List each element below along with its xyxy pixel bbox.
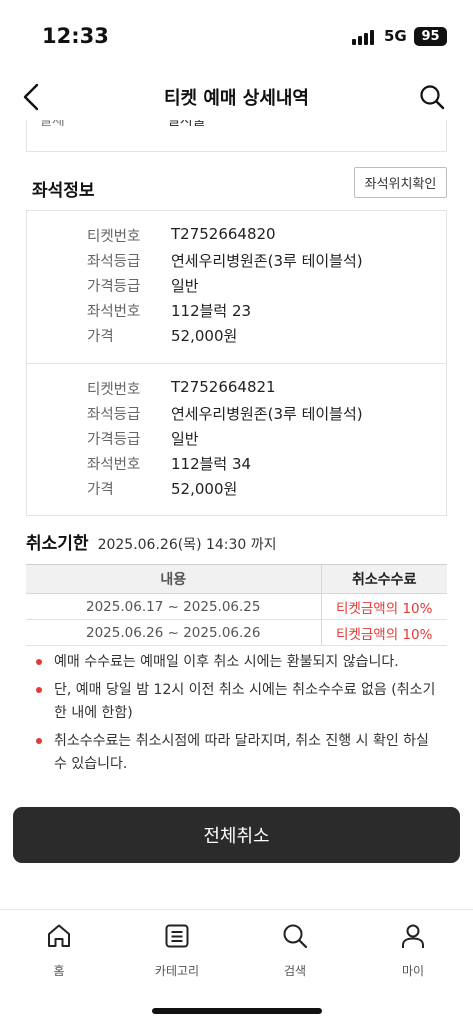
ticket-no-label: 티켓번호	[87, 229, 141, 245]
price-value: 52,000원	[171, 327, 238, 345]
ticket-row: 좌석번호 112블럭 23	[27, 300, 446, 325]
nav-item-search[interactable]: 검색	[255, 922, 335, 979]
search-button[interactable]	[415, 80, 449, 114]
nav-label-home: 홈	[53, 964, 65, 978]
table-header-content: 내용	[26, 564, 321, 594]
ticket-row: 좌석등급 연세우리병원존(3루 테이블석)	[27, 403, 446, 428]
list-item: 예매 수수료는 예매일 이후 취소 시에는 환불되지 않습니다.	[36, 651, 436, 674]
nav-label-category: 카테고리	[154, 964, 200, 978]
table-row: 2025.06.17 ~ 2025.06.25 티켓금액의 10%	[26, 593, 447, 620]
seat-no-value: 112블럭 34	[171, 455, 252, 473]
list-item: 단, 예매 당일 밤 12시 이전 취소 시에는 취소수수료 없음 (취소기한 …	[36, 679, 436, 725]
bullet-icon	[36, 687, 42, 693]
list-icon	[165, 924, 189, 948]
price-grade-label: 가격등급	[87, 279, 141, 295]
search-icon	[283, 924, 308, 949]
period-cell: 2025.06.17 ~ 2025.06.25	[26, 593, 321, 620]
payment-label: 결제	[39, 120, 65, 129]
payment-info-box: 결제 일시불	[26, 120, 447, 152]
network-label: 5G	[384, 27, 407, 45]
table-row: 2025.06.26 ~ 2025.06.26 티켓금액의 10%	[26, 619, 447, 646]
header: 티켓 예매 상세내역	[0, 74, 473, 120]
ticket-no-label: 티켓번호	[87, 382, 141, 398]
seat-location-button[interactable]: 좌석위치확인	[354, 167, 447, 198]
note-text: 취소수수료는 취소시점에 따라 달라지며, 취소 진행 시 확인 하실 수 있습…	[54, 733, 429, 772]
price-grade-value: 일반	[171, 277, 199, 295]
bullet-icon	[36, 659, 42, 665]
nav-item-my[interactable]: 마이	[373, 922, 453, 979]
seat-no-label: 좌석번호	[87, 457, 141, 473]
nav-item-category[interactable]: 카테고리	[137, 922, 217, 979]
table-header-row: 내용 취소수수료	[26, 564, 447, 594]
price-grade-value: 일반	[171, 430, 199, 448]
ticket-row: 티켓번호 T2752664820	[27, 225, 446, 250]
price-label: 가격	[87, 482, 114, 498]
period-cell: 2025.06.26 ~ 2025.06.26	[26, 619, 321, 646]
nav-label-search: 검색	[283, 964, 307, 978]
seat-info-title: 좌석정보	[32, 181, 95, 201]
table-header-fee: 취소수수료	[320, 564, 447, 594]
price-grade-label: 가격등급	[87, 432, 141, 448]
seat-grade-label: 좌석등급	[87, 407, 141, 423]
bullet-icon	[36, 738, 42, 744]
cancel-all-button[interactable]: 전체취소	[13, 807, 460, 863]
search-icon	[420, 85, 445, 110]
ticket-no-value: T2752664821	[171, 378, 276, 396]
ticket-card: 티켓번호 T2752664821 좌석등급 연세우리병원존(3루 테이블석) 가격등…	[27, 363, 446, 515]
fee-cell: 티켓금액의 10%	[320, 593, 447, 620]
price-value: 52,000원	[171, 480, 238, 498]
cancel-deadline-date: 2025.06.26(목) 14:30 까지	[97, 537, 277, 553]
status-time: 12:33	[42, 24, 109, 48]
seat-no-value: 112블럭 23	[171, 302, 252, 320]
payment-value: 일시불	[167, 120, 206, 129]
cancel-notes: 예매 수수료는 예매일 이후 취소 시에는 환불되지 않습니다. 단, 예매 당…	[36, 651, 436, 781]
cancel-fee-table: 내용 취소수수료 2025.06.17 ~ 2025.06.25 티켓금액의 1…	[26, 564, 447, 646]
ticket-row: 가격 52,000원	[27, 325, 446, 350]
bottom-nav: 홈 카테고리 검색 마이	[0, 909, 473, 1024]
ticket-no-value: T2752664820	[171, 225, 276, 243]
ticket-row: 가격등급 일반	[27, 275, 446, 300]
person-icon	[402, 924, 424, 948]
fee-cell: 티켓금액의 10%	[320, 619, 447, 646]
page-title: 티켓 예매 상세내역	[163, 88, 309, 109]
seat-grade-value: 연세우리병원존(3루 테이블석)	[171, 252, 363, 270]
home-icon	[48, 924, 70, 947]
ticket-row: 가격 52,000원	[27, 478, 446, 503]
signal-icon	[352, 29, 378, 45]
price-label: 가격	[87, 329, 114, 345]
note-text: 단, 예매 당일 밤 12시 이전 취소 시에는 취소수수료 없음 (취소기한 …	[54, 682, 436, 721]
ticket-card: 티켓번호 T2752664820 좌석등급 연세우리병원존(3루 테이블석) 가격등…	[27, 211, 446, 363]
note-text: 예매 수수료는 예매일 이후 취소 시에는 환불되지 않습니다.	[54, 654, 399, 670]
home-indicator	[152, 1008, 322, 1014]
seat-grade-label: 좌석등급	[87, 254, 141, 270]
seat-no-label: 좌석번호	[87, 304, 141, 320]
ticket-row: 가격등급 일반	[27, 428, 446, 453]
seat-grade-value: 연세우리병원존(3루 테이블석)	[171, 405, 363, 423]
ticket-row: 티켓번호 T2752664821	[27, 378, 446, 403]
cancel-deadline: 취소기한 2025.06.26(목) 14:30 까지	[26, 529, 277, 554]
battery-icon: 95	[414, 27, 447, 46]
tickets-box: 티켓번호 T2752664820 좌석등급 연세우리병원존(3루 테이블석) 가격등…	[26, 210, 447, 516]
nav-label-my: 마이	[401, 964, 425, 978]
status-bar: 12:33 5G 95	[0, 0, 473, 74]
list-item: 취소수수료는 취소시점에 따라 달라지며, 취소 진행 시 확인 하실 수 있습…	[36, 730, 436, 776]
cancel-deadline-title: 취소기한	[26, 534, 89, 554]
ticket-row: 좌석번호 112블럭 34	[27, 453, 446, 478]
nav-item-home[interactable]: 홈	[19, 922, 99, 979]
ticket-row: 좌석등급 연세우리병원존(3루 테이블석)	[27, 250, 446, 275]
